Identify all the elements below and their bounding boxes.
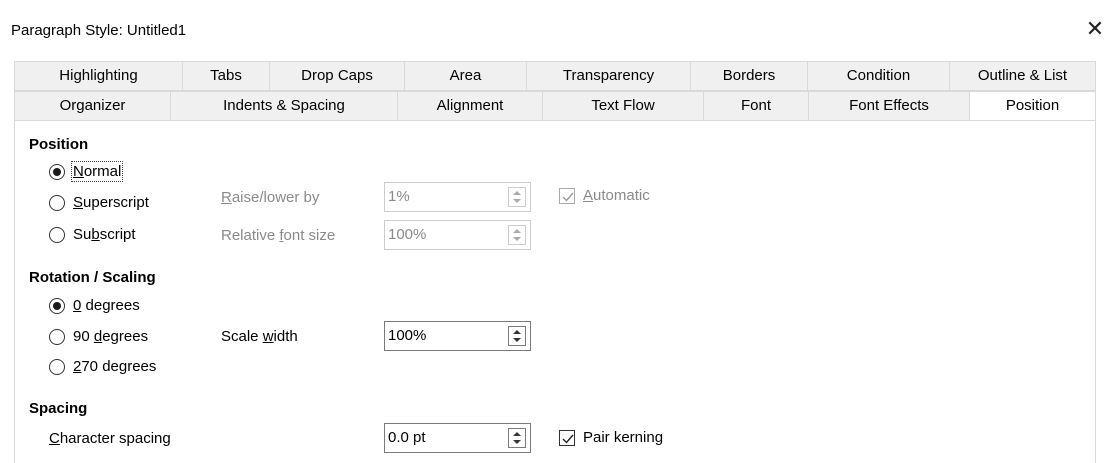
scale-width-spin-buttons[interactable] — [508, 326, 526, 346]
radio-selected-icon — [49, 297, 65, 314]
relative-font-size-input[interactable] — [388, 226, 498, 243]
tab-alignment[interactable]: Alignment — [397, 91, 542, 121]
raise-lower-label: Raise/lower by — [221, 189, 320, 206]
subscript-radio[interactable]: Subscript — [49, 226, 136, 243]
rotation-0-label: 0 degrees — [73, 297, 140, 314]
tab-row-bottom: Organizer Indents & Spacing Alignment Te… — [14, 91, 1096, 121]
raise-lower-spin-buttons[interactable] — [508, 187, 526, 207]
spacing-heading: Spacing — [29, 400, 88, 417]
spin-down-icon — [513, 199, 521, 203]
checkbox-checked-icon — [559, 429, 575, 446]
subscript-label: Subscript — [73, 226, 136, 243]
spin-down-icon — [513, 338, 521, 342]
position-panel: Position Normal Superscript Subscript Ra… — [14, 120, 1096, 463]
relative-font-size-label: Relative font size — [221, 227, 336, 244]
rotation-90-label: 90 degrees — [73, 328, 149, 345]
normal-label: Normal — [70, 161, 124, 182]
relative-font-size-spinbox[interactable] — [384, 220, 531, 250]
spin-up-icon — [513, 432, 521, 436]
radio-icon — [49, 194, 65, 211]
tab-text-flow[interactable]: Text Flow — [542, 91, 703, 121]
superscript-label: Superscript — [73, 194, 149, 211]
pair-kerning-checkbox[interactable]: Pair kerning — [559, 429, 663, 446]
tab-highlighting[interactable]: Highlighting — [14, 61, 182, 91]
rotation-0-radio[interactable]: 0 degrees — [49, 297, 140, 314]
scale-width-label: Scale width — [221, 328, 298, 345]
superscript-radio[interactable]: Superscript — [49, 194, 149, 211]
tab-position[interactable]: Position — [969, 91, 1096, 121]
tab-borders[interactable]: Borders — [690, 61, 807, 91]
rotation-90-radio[interactable]: 90 degrees — [49, 328, 148, 345]
character-spacing-input[interactable] — [388, 429, 498, 446]
raise-lower-spinbox[interactable] — [384, 182, 531, 212]
spin-down-icon — [513, 237, 521, 241]
character-spacing-label: Character spacing — [49, 430, 171, 447]
radio-selected-icon — [49, 163, 65, 180]
radio-icon — [49, 358, 65, 375]
tab-indents-spacing[interactable]: Indents & Spacing — [170, 91, 397, 121]
scale-width-input[interactable] — [388, 327, 498, 344]
automatic-label: Automatic — [583, 187, 650, 204]
rotation-270-label: 270 degrees — [73, 358, 157, 375]
spin-down-icon — [513, 440, 521, 444]
tab-transparency[interactable]: Transparency — [526, 61, 690, 91]
title-bar: Paragraph Style: Untitled1 ✕ — [0, 0, 1108, 54]
pair-kerning-label: Pair kerning — [583, 429, 664, 446]
scale-width-spinbox[interactable] — [384, 321, 531, 351]
tab-area[interactable]: Area — [404, 61, 526, 91]
position-heading: Position — [29, 136, 89, 153]
tab-outline-list[interactable]: Outline & List — [949, 61, 1096, 91]
rotation-scaling-heading: Rotation / Scaling — [29, 269, 156, 286]
tab-font-effects[interactable]: Font Effects — [808, 91, 969, 121]
raise-lower-input[interactable] — [388, 188, 498, 205]
tab-row-top: Highlighting Tabs Drop Caps Area Transpa… — [14, 61, 1096, 91]
tab-font[interactable]: Font — [703, 91, 808, 121]
tab-drop-caps[interactable]: Drop Caps — [269, 61, 404, 91]
spin-up-icon — [513, 229, 521, 233]
character-spacing-spinbox[interactable] — [384, 423, 531, 453]
tab-tabs[interactable]: Tabs — [182, 61, 269, 91]
relative-font-size-spin-buttons[interactable] — [508, 225, 526, 245]
character-spacing-spin-buttons[interactable] — [508, 428, 526, 448]
checkbox-checked-icon — [559, 187, 575, 204]
spin-up-icon — [513, 191, 521, 195]
radio-icon — [49, 226, 65, 243]
dialog-title: Paragraph Style: Untitled1 — [11, 22, 187, 39]
radio-icon — [49, 328, 65, 345]
tab-organizer[interactable]: Organizer — [14, 91, 170, 121]
close-icon[interactable]: ✕ — [1085, 17, 1105, 41]
normal-radio[interactable]: Normal — [49, 161, 124, 182]
rotation-270-radio[interactable]: 270 degrees — [49, 358, 156, 375]
automatic-checkbox[interactable]: Automatic — [559, 187, 650, 204]
tab-condition[interactable]: Condition — [807, 61, 949, 91]
spin-up-icon — [513, 330, 521, 334]
